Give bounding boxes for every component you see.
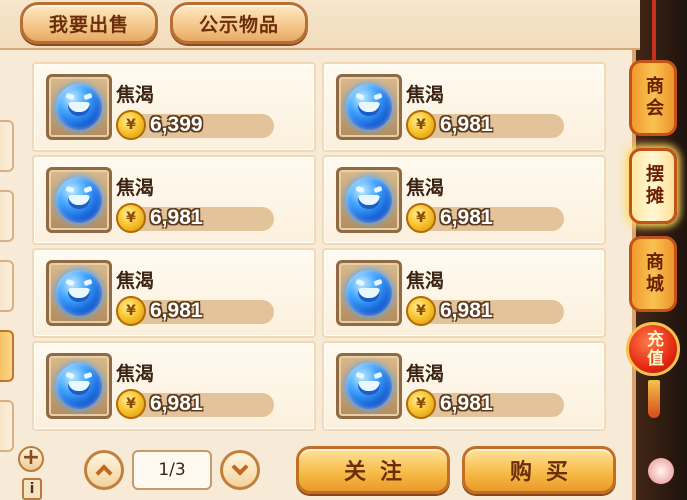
item-name: 焦渴	[406, 84, 445, 106]
blue-fang-orb-icon	[56, 363, 102, 409]
chevron-up-icon	[95, 464, 113, 482]
side-tab-guild[interactable]: 商会	[629, 60, 677, 136]
item-name: 焦渴	[116, 177, 155, 199]
item-price: 6,981	[440, 299, 493, 322]
item-name: 焦渴	[116, 84, 155, 106]
tab-sell[interactable]: 我要出售	[20, 2, 158, 44]
gold-coin-icon: ¥	[406, 203, 436, 233]
side-tab-label: 商城	[643, 252, 664, 296]
top-bar: 我要出售 公示物品	[0, 0, 640, 50]
item-price: 6,981	[150, 299, 203, 322]
blue-fang-orb-icon	[56, 84, 102, 130]
page-down-button[interactable]	[220, 450, 260, 490]
item-slot	[46, 260, 112, 326]
page-up-button[interactable]	[84, 450, 124, 490]
flower-decoration-icon	[648, 458, 674, 484]
gold-coin-icon: ¥	[116, 296, 146, 326]
item-slot	[336, 167, 402, 233]
tab-public-items[interactable]: 公示物品	[170, 2, 308, 44]
item-card[interactable]: 焦渴 ¥ 6,981	[322, 155, 606, 245]
item-slot	[336, 353, 402, 419]
side-tab-recharge[interactable]: 充值	[626, 322, 680, 376]
gold-coin-icon: ¥	[406, 389, 436, 419]
item-name: 焦渴	[406, 270, 445, 292]
blue-fang-orb-icon	[56, 270, 102, 316]
gold-coin-icon: ¥	[406, 110, 436, 140]
item-price: 6,981	[150, 206, 203, 229]
blue-fang-orb-icon	[346, 363, 392, 409]
item-name: 焦渴	[116, 270, 155, 292]
left-tab[interactable]	[0, 120, 14, 172]
gold-coin-icon: ¥	[116, 389, 146, 419]
item-price: 6,981	[150, 392, 203, 415]
left-tab-active[interactable]	[0, 330, 14, 382]
info-button[interactable]: i	[22, 478, 42, 500]
page-indicator: 1/3	[132, 450, 212, 490]
follow-button[interactable]: 关注	[296, 446, 450, 494]
plus-button[interactable]: +	[18, 446, 44, 472]
item-grid: 焦渴 ¥ 6,399 焦渴 ¥ 6,981 焦渴 ¥ 6,981 焦渴 ¥ 6,…	[32, 62, 610, 434]
item-price: 6,981	[440, 392, 493, 415]
item-name: 焦渴	[406, 363, 445, 385]
item-name: 焦渴	[406, 177, 445, 199]
item-card[interactable]: 焦渴 ¥ 6,981	[32, 155, 316, 245]
item-price: 6,399	[150, 113, 203, 136]
item-name: 焦渴	[116, 363, 155, 385]
blue-fang-orb-icon	[346, 177, 392, 223]
item-slot	[336, 74, 402, 140]
item-slot	[46, 353, 112, 419]
blue-fang-orb-icon	[56, 177, 102, 223]
blue-fang-orb-icon	[346, 270, 392, 316]
item-slot	[46, 167, 112, 233]
item-price: 6,981	[440, 206, 493, 229]
item-slot	[46, 74, 112, 140]
item-card[interactable]: 焦渴 ¥ 6,981	[322, 341, 606, 431]
item-card[interactable]: 焦渴 ¥ 6,981	[322, 62, 606, 152]
gold-coin-icon: ¥	[116, 110, 146, 140]
decorative-calligraphy	[465, 10, 605, 40]
left-tab[interactable]	[0, 190, 14, 242]
chevron-down-icon	[231, 458, 249, 476]
bottom-controls: + i 1/3 关注 购买	[0, 440, 636, 500]
buy-button[interactable]: 购买	[462, 446, 616, 494]
gold-coin-icon: ¥	[116, 203, 146, 233]
item-card[interactable]: 焦渴 ¥ 6,981	[32, 248, 316, 338]
decorative-rope	[652, 0, 656, 60]
side-tab-shop[interactable]: 商城	[629, 236, 677, 312]
side-tab-label: 商会	[643, 76, 664, 120]
side-tab-label: 摆摊	[643, 164, 664, 208]
item-price: 6,981	[440, 113, 493, 136]
gold-coin-icon: ¥	[406, 296, 436, 326]
side-tab-label: 充值	[643, 330, 663, 368]
item-card[interactable]: 焦渴 ¥ 6,981	[32, 341, 316, 431]
decorative-tassel	[648, 380, 660, 418]
side-tab-stall[interactable]: 摆摊	[629, 148, 677, 224]
item-card[interactable]: 焦渴 ¥ 6,981	[322, 248, 606, 338]
blue-fang-orb-icon	[346, 84, 392, 130]
item-slot	[336, 260, 402, 326]
left-tab[interactable]	[0, 260, 14, 312]
item-card[interactable]: 焦渴 ¥ 6,399	[32, 62, 316, 152]
